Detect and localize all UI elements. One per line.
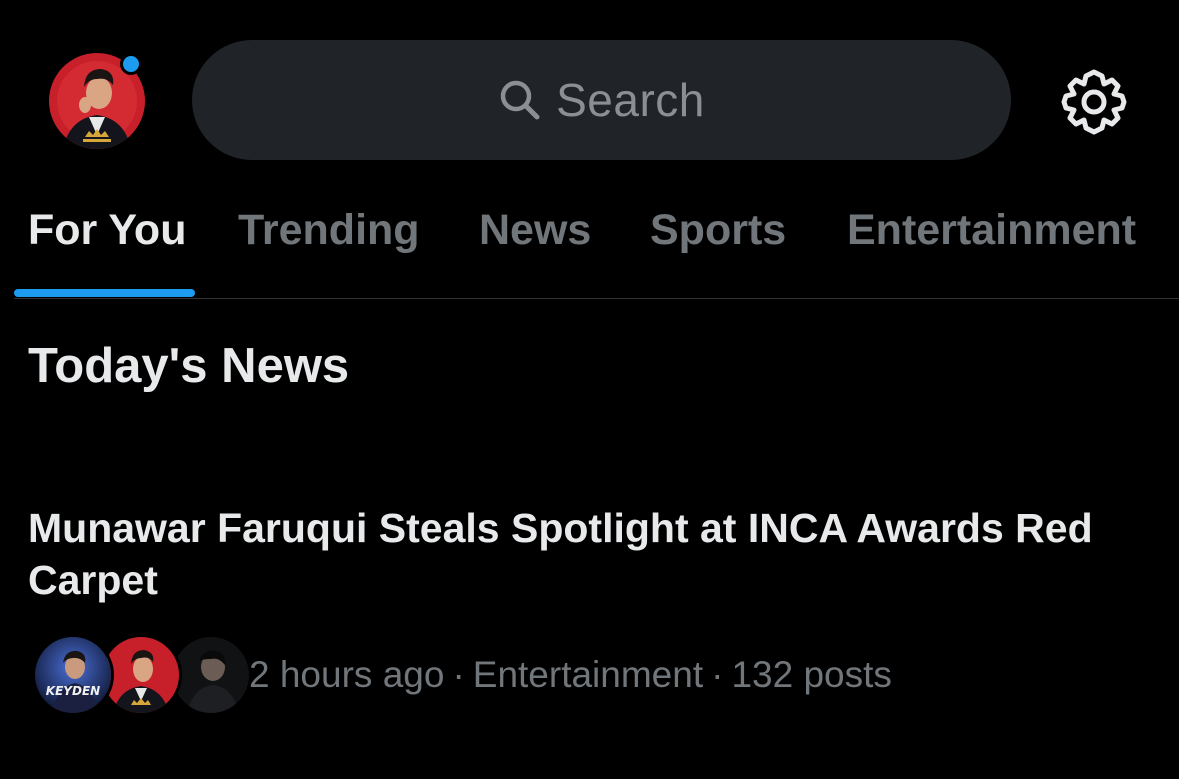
search-bar[interactable]: Search (192, 40, 1011, 160)
gear-icon (1058, 69, 1130, 142)
tab-for-you[interactable]: For You (28, 206, 186, 255)
news-avatar-3 (170, 634, 252, 716)
settings-button[interactable] (1058, 66, 1130, 138)
tab-sports[interactable]: Sports (650, 206, 786, 255)
tabs-divider (14, 298, 1179, 299)
news-avatar-stack: KEYDEN (32, 634, 252, 718)
search-icon (498, 78, 542, 122)
notification-badge (120, 53, 142, 75)
news-avatar-1: KEYDEN (32, 634, 114, 716)
news-headline: Munawar Faruqui Steals Spotlight at INCA… (28, 505, 1093, 603)
tab-news[interactable]: News (479, 206, 591, 255)
meta-separator: · (452, 654, 465, 695)
active-tab-indicator (14, 289, 195, 297)
search-placeholder: Search (556, 74, 705, 126)
section-title: Today's News (28, 339, 350, 393)
tab-bar: For You Trending News Sports Entertainme… (0, 190, 1179, 298)
tab-entertainment[interactable]: Entertainment (847, 206, 1136, 255)
keyden-logo-text: KEYDEN (46, 684, 100, 698)
news-time: 2 hours ago (249, 654, 445, 695)
tab-trending[interactable]: Trending (238, 206, 420, 255)
meta-separator: · (711, 654, 724, 695)
news-item[interactable]: Munawar Faruqui Steals Spotlight at INCA… (0, 490, 1179, 740)
news-meta: 2 hours ago · Entertainment · 132 posts (249, 654, 892, 696)
news-post-count: 132 posts (731, 654, 892, 695)
news-category[interactable]: Entertainment (473, 654, 703, 695)
